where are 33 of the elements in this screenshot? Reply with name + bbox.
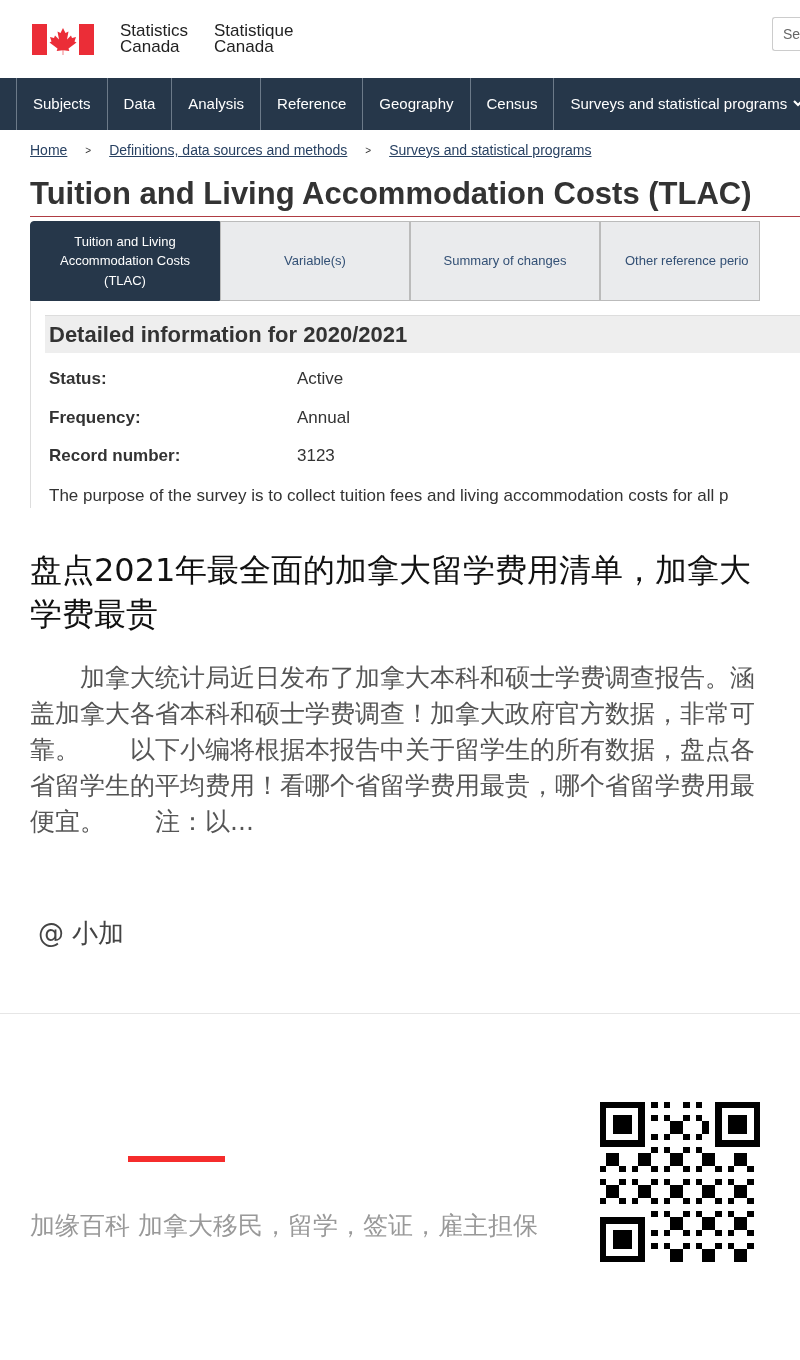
nav-link[interactable]: Data [106,78,172,130]
breadcrumb-separator: > [365,144,372,158]
signature-text: Statistique Canada [214,23,294,55]
breadcrumb-link[interactable]: Home [30,140,68,161]
nav-link[interactable]: Surveys and statistical programs [553,78,800,130]
search-field[interactable]: Se [772,17,800,51]
signature-text: Statistics Canada [120,23,189,55]
tab[interactable]: Tuition and Living Accommodation Costs (TLAC) [30,221,220,302]
nav-link[interactable]: Reference [260,78,363,130]
tab[interactable]: Variable(s) [220,221,410,302]
field-label: Record number: [48,445,182,468]
author-name: @ 小加 [38,917,126,950]
article-excerpt: 加拿大统计局近日发布了加拿大本科和硕士学费调查报告。涵盖加拿大各省本科和硕士学费调查！加拿大政府官方数据，非常可靠。 以下小编将根据本报告中关于留学生的所有数据，盘点各省留学生的平均费用！看哪个省留学费用最贵，哪个省留学费用最便宜。 注：以... [30,662,756,838]
field-label: Frequency: [48,406,142,429]
nav-link[interactable]: Analysis [171,78,261,130]
footer-text: 加缘百科 加拿大移民，留学，签证，雇主担保 [30,1210,539,1242]
section-heading: Detailed information for 2020/2021 [45,315,800,354]
nav-link[interactable]: Geography [362,78,470,130]
field-value: Active [297,368,344,391]
flag-logo[interactable] [32,23,94,55]
breadcrumb-separator: > [85,144,92,158]
breadcrumb-link[interactable]: Definitions, data sources and methods [109,140,348,161]
tab[interactable]: Summary of changes [410,221,600,302]
breadcrumb-link[interactable]: Surveys and statistical programs [389,140,592,161]
nav-link[interactable]: Census [469,78,554,130]
field-label: Status: [48,368,108,391]
page-title: Tuition and Living Accommodation Costs (TLAC) [30,175,800,218]
field-value: Annual [297,406,350,429]
nav-link[interactable]: Subjects [16,78,107,130]
field-value: 3123 [297,445,335,468]
tab[interactable]: Other reference perio [600,221,760,302]
description-text: The purpose of the survey is to collect tuition fees and living accommodation costs for all p [48,484,730,507]
article-title[interactable]: 盘点2021年最全面的加拿大留学费用清单，加拿大学费最贵 [30,548,770,636]
